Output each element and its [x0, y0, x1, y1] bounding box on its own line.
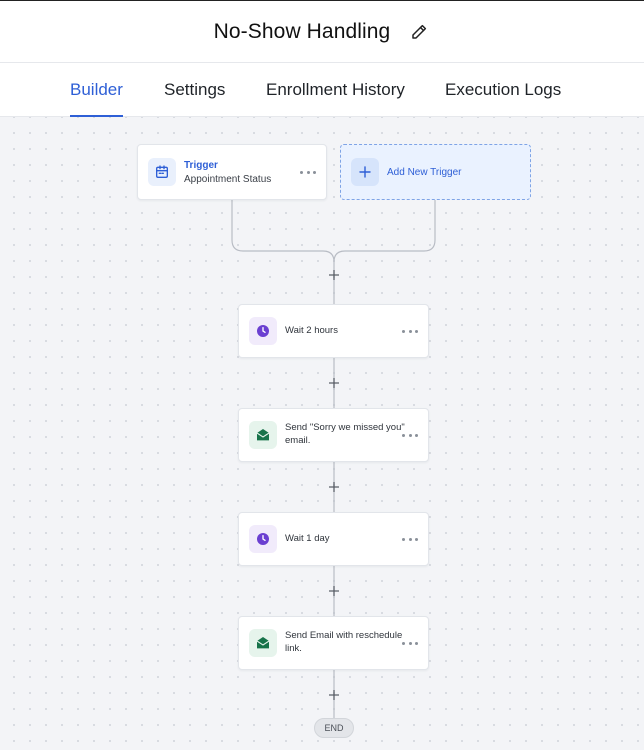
tab-enrollment-history[interactable]: Enrollment History [266, 63, 405, 117]
clock-icon [249, 525, 277, 553]
add-step-button[interactable] [327, 376, 341, 390]
trigger-card[interactable]: Trigger Appointment Status [137, 144, 327, 200]
add-new-trigger-label: Add New Trigger [387, 166, 462, 178]
step-card-wait[interactable]: Wait 1 day [238, 512, 429, 566]
plus-icon [351, 158, 379, 186]
step-label: Send "Sorry we missed you" email. [285, 422, 405, 446]
pencil-icon[interactable] [408, 21, 430, 43]
end-node: END [314, 718, 354, 738]
step-label: Send Email with reschedule link. [285, 630, 403, 654]
step-card-wait[interactable]: Wait 2 hours [238, 304, 429, 358]
more-options-icon[interactable] [402, 326, 418, 336]
more-options-icon[interactable] [300, 167, 316, 177]
more-options-icon[interactable] [402, 534, 418, 544]
calendar-icon [148, 158, 176, 186]
add-new-trigger-button[interactable]: Add New Trigger [340, 144, 531, 200]
add-step-button[interactable] [327, 688, 341, 702]
page-title: No-Show Handling [213, 19, 391, 43]
step-label: Wait 1 day [285, 532, 330, 544]
more-options-icon[interactable] [402, 638, 418, 648]
step-label: Wait 2 hours [285, 324, 338, 336]
envelope-icon [249, 629, 277, 657]
step-card-send-email[interactable]: Send "Sorry we missed you" email. [238, 408, 429, 462]
envelope-icon [249, 421, 277, 449]
add-step-button[interactable] [327, 480, 341, 494]
add-step-button[interactable] [327, 268, 341, 282]
trigger-title: Trigger [184, 159, 218, 171]
header-bar: No-Show Handling [0, 0, 644, 63]
clock-icon [249, 317, 277, 345]
more-options-icon[interactable] [402, 430, 418, 440]
step-card-send-email[interactable]: Send Email with reschedule link. [238, 616, 429, 670]
tab-settings[interactable]: Settings [164, 63, 225, 117]
add-step-button[interactable] [327, 584, 341, 598]
trigger-subtitle: Appointment Status [184, 173, 272, 185]
tab-bar: Builder Settings Enrollment History Exec… [0, 63, 644, 117]
tab-builder[interactable]: Builder [70, 63, 123, 117]
tab-execution-logs[interactable]: Execution Logs [445, 63, 561, 117]
